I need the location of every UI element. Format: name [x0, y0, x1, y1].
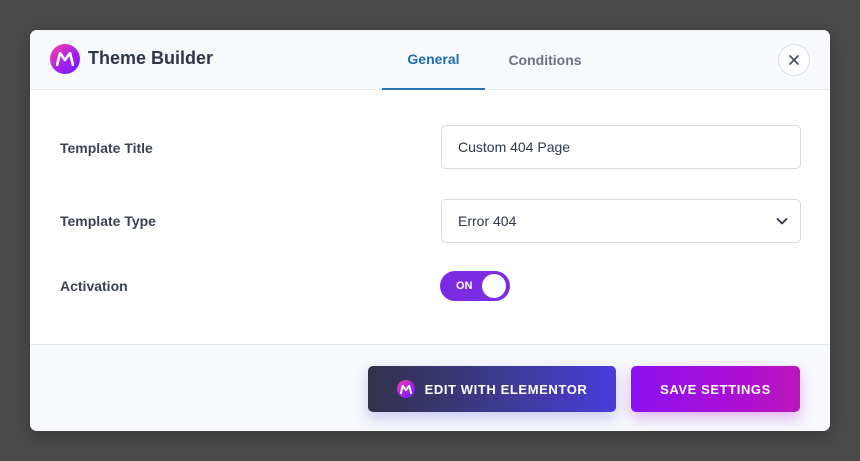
edit-with-elementor-button[interactable]: EDIT WITH ELEMENTOR [368, 366, 616, 412]
theme-builder-modal: Theme Builder General Conditions Templat… [30, 30, 830, 431]
save-button-label: SAVE SETTINGS [660, 381, 771, 397]
modal-footer: EDIT WITH ELEMENTOR SAVE SETTINGS [30, 344, 830, 431]
tab-general[interactable]: General [382, 30, 485, 90]
save-settings-button[interactable]: SAVE SETTINGS [631, 366, 800, 412]
activation-toggle[interactable]: ON [440, 271, 510, 301]
close-icon [789, 55, 799, 65]
tab-conditions[interactable]: Conditions [485, 30, 605, 90]
template-title-value: Custom 404 Page [458, 139, 571, 155]
template-type-value: Error 404 [458, 213, 517, 229]
brand-logo-icon [50, 44, 80, 74]
template-title-label: Template Title [60, 140, 153, 156]
template-type-select[interactable]: Error 404 [441, 199, 801, 243]
edit-button-label: EDIT WITH ELEMENTOR [424, 381, 588, 397]
chevron-down-icon [776, 218, 788, 225]
close-button[interactable] [778, 44, 810, 76]
toggle-state-text: ON [456, 280, 473, 292]
modal-header: Theme Builder General Conditions [30, 30, 830, 90]
elementor-logo-icon [396, 380, 415, 398]
template-type-label: Template Type [60, 213, 156, 229]
activation-label: Activation [60, 278, 128, 294]
template-title-input[interactable]: Custom 404 Page [441, 125, 801, 169]
toggle-knob [482, 274, 506, 298]
modal-title: Theme Builder [88, 48, 214, 68]
